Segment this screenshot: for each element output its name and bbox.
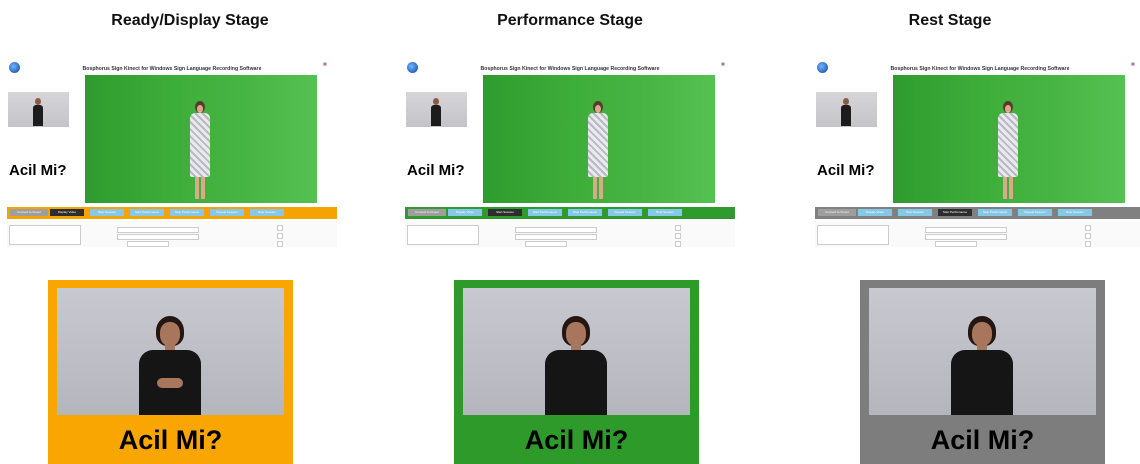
stage-display-frame: Acil Mi? xyxy=(48,280,293,464)
signer-video xyxy=(463,288,690,415)
option-checkbox[interactable] xyxy=(1085,225,1091,231)
control-button[interactable]: Rest Session xyxy=(250,209,284,216)
control-button[interactable]: Start Session xyxy=(488,209,522,216)
control-button-strip: Connect to Kinect Display Video Start Sess… xyxy=(405,207,735,219)
option-checkbox[interactable] xyxy=(277,225,283,231)
control-button-strip: Connect to Kinect Display Video Start Sess… xyxy=(7,207,337,219)
recording-options-panel xyxy=(7,221,337,247)
sign-caption: Acil Mi? xyxy=(817,162,875,179)
preview-signer xyxy=(841,98,851,126)
skeleton-dropdown[interactable] xyxy=(935,241,977,247)
option-checkbox[interactable] xyxy=(1085,241,1091,247)
frame-caption: Acil Mi? xyxy=(930,425,1035,455)
recording-options-panel xyxy=(405,221,735,247)
sign-caption: Acil Mi? xyxy=(407,162,465,179)
stage-display-frame: Acil Mi? xyxy=(860,280,1105,464)
recording-options-panel xyxy=(815,221,1140,247)
recording-software-window: ▦ Bosphorus Sign Kinect for Windows Sign … xyxy=(7,58,337,248)
session-field[interactable] xyxy=(515,234,597,240)
control-button[interactable]: Connect to Kinect xyxy=(408,209,446,216)
option-checkbox[interactable] xyxy=(1085,233,1091,239)
option-checkbox[interactable] xyxy=(277,233,283,239)
control-button[interactable]: Stop Performance xyxy=(568,209,602,216)
option-checkbox[interactable] xyxy=(675,241,681,247)
signer-video xyxy=(57,288,284,415)
signer xyxy=(139,316,201,415)
sign-caption: Acil Mi? xyxy=(9,162,67,179)
kinect-camera-feed xyxy=(893,75,1125,203)
control-button[interactable]: Repeat Session xyxy=(1018,209,1052,216)
kinect-camera-feed xyxy=(483,75,715,203)
control-button[interactable]: Start Session xyxy=(898,209,932,216)
frame-caption: Acil Mi? xyxy=(118,425,223,455)
session-list[interactable] xyxy=(407,225,479,245)
control-button[interactable]: Rest Session xyxy=(648,209,682,216)
app-title: Bosphorus Sign Kinect for Windows Sign L… xyxy=(480,66,660,72)
performer xyxy=(997,101,1019,199)
skeleton-dropdown[interactable] xyxy=(127,241,169,247)
signer xyxy=(545,316,607,415)
stage-title: Rest Stage xyxy=(908,12,992,29)
preview-signer xyxy=(431,98,441,126)
session-list[interactable] xyxy=(817,225,889,245)
option-checkbox[interactable] xyxy=(277,241,283,247)
recording-software-window: ▦ Bosphorus Sign Kinect for Windows Sign … xyxy=(405,58,735,248)
control-button[interactable]: Repeat Session xyxy=(210,209,244,216)
kinect-camera-feed xyxy=(85,75,317,203)
control-button[interactable]: Stop Performance xyxy=(170,209,204,216)
session-field[interactable] xyxy=(117,234,199,240)
session-list[interactable] xyxy=(9,225,81,245)
app-title: Bosphorus Sign Kinect for Windows Sign L… xyxy=(82,66,262,72)
control-button[interactable]: Start Performance xyxy=(938,209,972,216)
control-button[interactable]: Display Video xyxy=(50,209,84,216)
preview-signer xyxy=(33,98,43,126)
signer xyxy=(951,316,1013,415)
sign-preview-video xyxy=(406,92,467,127)
option-checkbox[interactable] xyxy=(675,225,681,231)
folder-field[interactable] xyxy=(515,227,597,233)
sign-preview-video xyxy=(816,92,877,127)
control-button[interactable]: Repeat Session xyxy=(608,209,642,216)
skeleton-dropdown[interactable] xyxy=(525,241,567,247)
folder-field[interactable] xyxy=(925,227,1007,233)
stage-title: Performance Stage xyxy=(497,12,643,29)
control-button[interactable]: Start Session xyxy=(90,209,124,216)
control-button[interactable]: Start Performance xyxy=(130,209,164,216)
signer-video xyxy=(869,288,1096,415)
control-button[interactable]: Stop Performance xyxy=(978,209,1012,216)
control-button[interactable]: Rest Session xyxy=(1058,209,1092,216)
control-button-strip: Connect to Kinect Display Video Start Sess… xyxy=(815,207,1140,219)
performer xyxy=(189,101,211,199)
control-button[interactable]: Display Video xyxy=(858,209,892,216)
control-button[interactable]: Start Performance xyxy=(528,209,562,216)
stage-display-frame: Acil Mi? xyxy=(454,280,699,464)
stage-title: Ready/Display Stage xyxy=(111,12,269,29)
sign-preview-video xyxy=(8,92,69,127)
session-field[interactable] xyxy=(925,234,1007,240)
performer xyxy=(587,101,609,199)
control-button[interactable]: Connect to Kinect xyxy=(10,209,48,216)
control-button[interactable]: Display Video xyxy=(448,209,482,216)
recording-software-window: ▦ Bosphorus Sign Kinect for Windows Sign … xyxy=(815,58,1140,248)
folder-field[interactable] xyxy=(117,227,199,233)
app-title: Bosphorus Sign Kinect for Windows Sign L… xyxy=(890,66,1070,72)
control-button[interactable]: Connect to Kinect xyxy=(818,209,856,216)
option-checkbox[interactable] xyxy=(675,233,681,239)
frame-caption: Acil Mi? xyxy=(524,425,629,455)
